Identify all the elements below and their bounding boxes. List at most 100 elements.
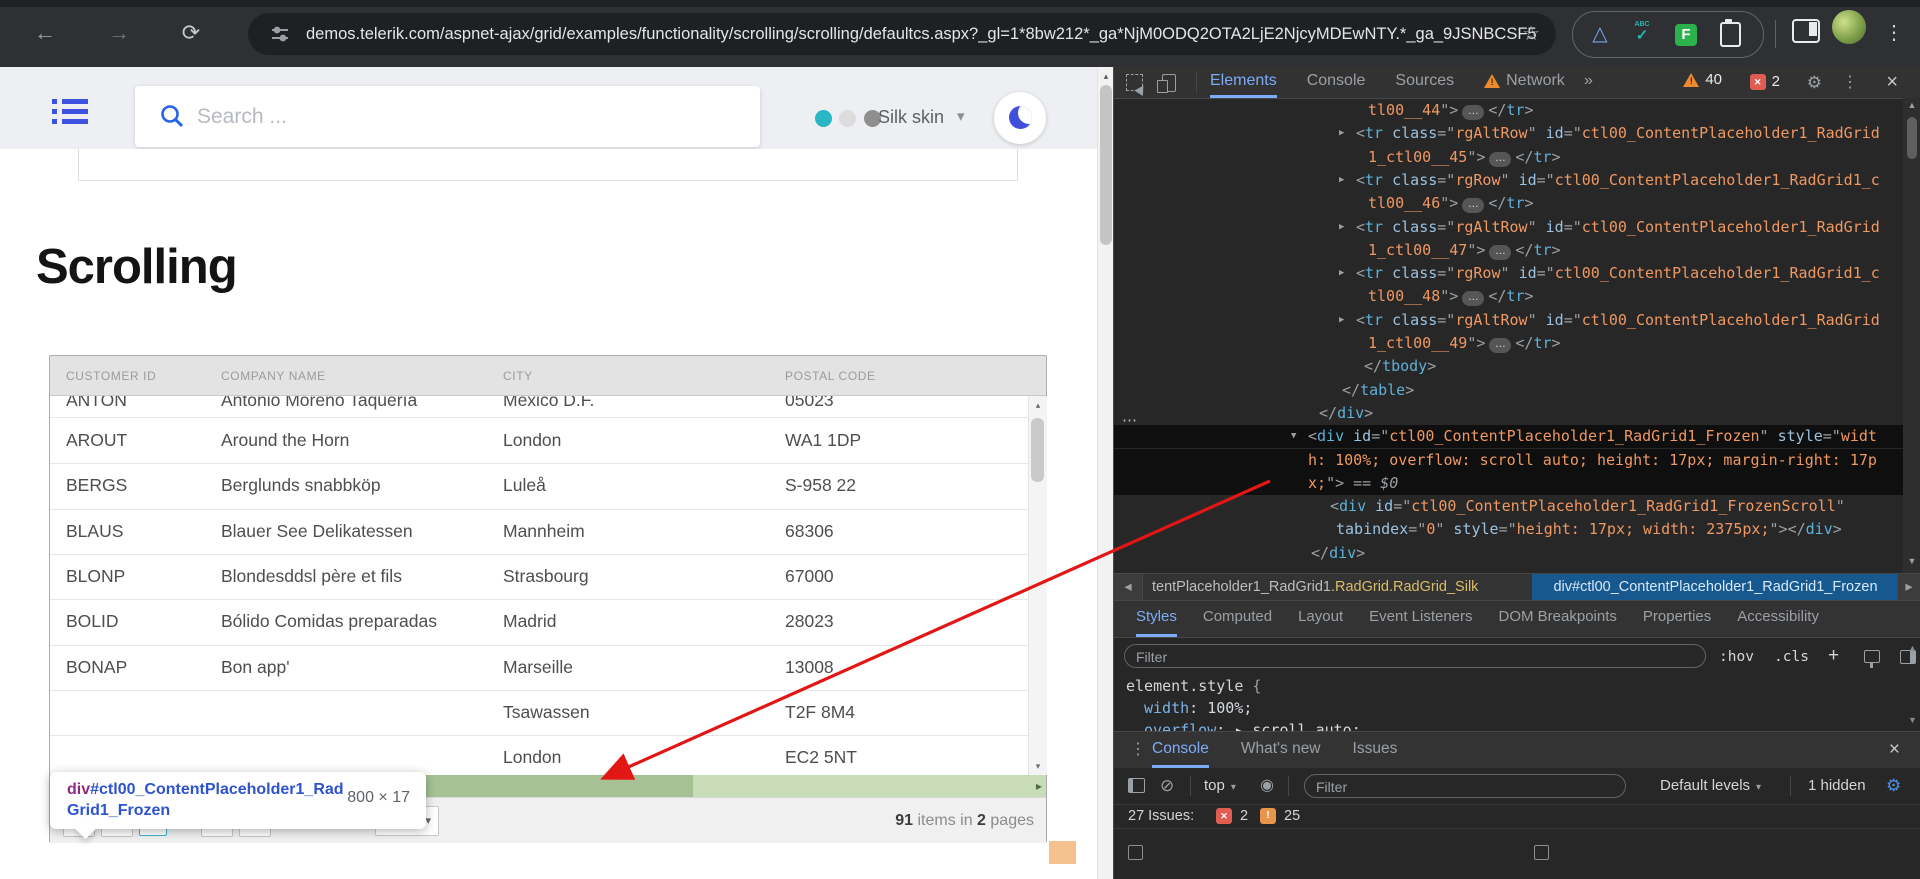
- address-bar[interactable]: demos.telerik.com/aspnet-ajax/grid/examp…: [248, 13, 1556, 55]
- warnings-counter[interactable]: ! 40: [1683, 71, 1722, 88]
- css-declaration[interactable]: overflow: ▸ scroll auto;: [1144, 719, 1844, 731]
- dark-mode-toggle[interactable]: [994, 92, 1046, 144]
- expand-ellipsis-icon[interactable]: …: [1489, 244, 1512, 260]
- code-line[interactable]: tl00__48">… </tr>: [1114, 285, 1903, 308]
- devtools-settings-icon[interactable]: ⚙: [1807, 67, 1822, 98]
- hide-network-checkbox[interactable]: [1128, 845, 1143, 860]
- scrollbar-thumb[interactable]: [381, 775, 693, 797]
- code-line[interactable]: 1_ctl00__49">… </tr>: [1114, 332, 1903, 355]
- twisty-collapsed-icon[interactable]: ▶: [1339, 216, 1344, 239]
- back-button[interactable]: ←: [26, 14, 64, 52]
- styles-filter-input[interactable]: Filter: [1124, 644, 1706, 668]
- code-line[interactable]: <div id="ctl00_ContentPlaceholder1_RadGr…: [1114, 495, 1903, 518]
- code-line[interactable]: x;"> == $0: [1114, 471, 1903, 496]
- expand-ellipsis-icon[interactable]: …: [1462, 105, 1485, 120]
- expand-ellipsis-icon[interactable]: …: [1489, 151, 1512, 167]
- console-sidebar-icon[interactable]: [1128, 778, 1145, 793]
- code-line[interactable]: 1_ctl00__47">… </tr>: [1114, 239, 1903, 262]
- twisty-collapsed-icon[interactable]: ▶: [1339, 262, 1344, 285]
- new-style-rule-button[interactable]: +: [1828, 638, 1839, 676]
- site-settings-icon[interactable]: [270, 24, 290, 49]
- scroll-down-icon[interactable]: ▼: [1903, 556, 1920, 566]
- tab-console[interactable]: Console: [1307, 67, 1366, 95]
- styles-scroll-up-icon[interactable]: ▲: [1908, 643, 1917, 653]
- tab-accessibility[interactable]: Accessibility: [1737, 600, 1819, 634]
- chevron-down-icon[interactable]: ▾: [957, 107, 965, 125]
- scrollbar-thumb[interactable]: [1100, 85, 1112, 245]
- scroll-down-icon[interactable]: ▾: [1029, 757, 1047, 775]
- page-scrollbar[interactable]: ▴: [1097, 67, 1114, 879]
- table-row[interactable]: AROUT Around the Horn London WA1 1DP: [50, 418, 1028, 465]
- extension-clipboard-icon[interactable]: [1713, 12, 1747, 57]
- code-line[interactable]: </tbody>: [1114, 355, 1903, 378]
- log-levels-dropdown[interactable]: Default levels ▾: [1660, 768, 1761, 804]
- twisty-expanded-icon[interactable]: ▼: [1291, 425, 1296, 448]
- breadcrumb-selected[interactable]: div#ctl00_ContentPlaceholder1_RadGrid1_F…: [1532, 574, 1899, 601]
- breadcrumb-parent[interactable]: tentPlaceholder1_RadGrid1.RadGrid.RadGri…: [1152, 574, 1478, 601]
- tab-elements[interactable]: Elements: [1210, 67, 1277, 98]
- table-row[interactable]: BLAUS Blauer See Delikatessen Mannheim 6830…: [50, 509, 1028, 555]
- browser-menu-button[interactable]: ⋮: [1884, 14, 1904, 52]
- skin-select-label[interactable]: Silk skin: [878, 107, 944, 128]
- tab-issues[interactable]: Issues: [1353, 732, 1398, 765]
- expand-ellipsis-icon[interactable]: …: [1489, 338, 1512, 353]
- drawer-menu-icon[interactable]: ⋮: [1130, 732, 1146, 768]
- devtools-close-icon[interactable]: ×: [1886, 67, 1898, 98]
- grid-header-2[interactable]: COMPANY NAME: [221, 356, 499, 395]
- code-line[interactable]: tabindex="0" style="height: 17px; width:…: [1114, 518, 1903, 541]
- elements-scrollbar[interactable]: ▲ ▼: [1903, 98, 1920, 573]
- code-line[interactable]: ▶ <tr class="rgAltRow" id="ctl00_ContentP…: [1114, 216, 1903, 239]
- devtools-menu-icon[interactable]: ⋮: [1842, 67, 1858, 98]
- cls-toggle[interactable]: .cls: [1774, 638, 1809, 676]
- expand-ellipsis-icon[interactable]: …: [1462, 291, 1485, 307]
- twisty-collapsed-icon[interactable]: ▶: [1339, 122, 1344, 145]
- context-selector[interactable]: top ▾: [1204, 768, 1236, 804]
- hidden-messages-label[interactable]: 1 hidden: [1808, 768, 1866, 804]
- url-text[interactable]: demos.telerik.com/aspnet-ajax/grid/examp…: [306, 13, 1536, 55]
- code-line[interactable]: ▶ <tr class="rgAltRow" id="ctl00_ContentP…: [1114, 309, 1903, 332]
- scrollbar-thumb[interactable]: [1031, 418, 1044, 482]
- console-settings-icon[interactable]: ⚙: [1886, 768, 1901, 804]
- extension-grammar-icon[interactable]: ABC ✓: [1625, 12, 1659, 57]
- grid-header-3[interactable]: CITY: [503, 356, 779, 395]
- menu-icon[interactable]: [52, 99, 88, 129]
- tab-styles[interactable]: Styles: [1136, 600, 1177, 637]
- css-selector[interactable]: element.style {: [1126, 675, 1261, 697]
- tab-dom-breakpoints[interactable]: DOM Breakpoints: [1499, 600, 1617, 634]
- expand-ellipsis-icon[interactable]: …: [1462, 198, 1485, 214]
- code-line[interactable]: </div>: [1114, 402, 1903, 425]
- search-input[interactable]: Search ...: [197, 86, 287, 147]
- search-box[interactable]: Search ...: [135, 86, 760, 147]
- twisty-collapsed-icon[interactable]: ▶: [1339, 169, 1344, 192]
- code-line[interactable]: tl00__44">… </tr>: [1114, 99, 1903, 122]
- console-filter-input[interactable]: Filter: [1304, 774, 1626, 798]
- tab-event-listeners[interactable]: Event Listeners: [1369, 600, 1472, 634]
- code-line[interactable]: ▶ <tr class="rgAltRow" id="ctl00_ContentP…: [1114, 122, 1903, 145]
- drawer-close-icon[interactable]: ×: [1889, 732, 1900, 768]
- side-panel-button[interactable]: [1792, 19, 1820, 43]
- tab-console[interactable]: Console: [1152, 732, 1209, 768]
- scroll-up-icon[interactable]: ▴: [1098, 68, 1114, 84]
- tab-what-s-new[interactable]: What's new: [1241, 732, 1321, 765]
- breadcrumb-scroll-right[interactable]: ▸: [1897, 574, 1920, 601]
- table-row-clipped[interactable]: ANTON Antonio Moreno Taquería México D.F…: [50, 396, 1028, 418]
- tab-layout[interactable]: Layout: [1298, 600, 1343, 634]
- forward-button[interactable]: →: [100, 14, 138, 52]
- scrollbar-thumb[interactable]: [1907, 117, 1917, 159]
- table-row[interactable]: BERGS Berglunds snabbköp Luleå S-958 22: [50, 463, 1028, 510]
- errors-counter[interactable]: ✕ 2: [1749, 73, 1780, 90]
- breadcrumb-scroll-left[interactable]: ◂: [1114, 574, 1143, 601]
- scroll-up-icon[interactable]: ▲: [1903, 100, 1920, 110]
- code-line[interactable]: 1_ctl00__45">… </tr>: [1114, 146, 1903, 169]
- rendering-brush-icon[interactable]: [1864, 650, 1880, 668]
- bookmark-star-icon[interactable]: ☆: [1522, 13, 1540, 55]
- code-line[interactable]: ▶ <tr class="rgRow" id="ctl00_ContentPlac…: [1114, 262, 1903, 285]
- grid-header-4[interactable]: POSTAL CODE: [785, 356, 1015, 395]
- extension-measure-icon[interactable]: △: [1583, 12, 1617, 57]
- extension-f-icon[interactable]: F: [1669, 12, 1703, 57]
- code-line[interactable]: </div>: [1114, 542, 1903, 565]
- profile-avatar[interactable]: [1832, 10, 1866, 44]
- hov-toggle[interactable]: :hov: [1719, 638, 1754, 676]
- grid-header-1[interactable]: CUSTOMER ID: [66, 356, 216, 395]
- live-expression-icon[interactable]: ◉: [1260, 768, 1274, 804]
